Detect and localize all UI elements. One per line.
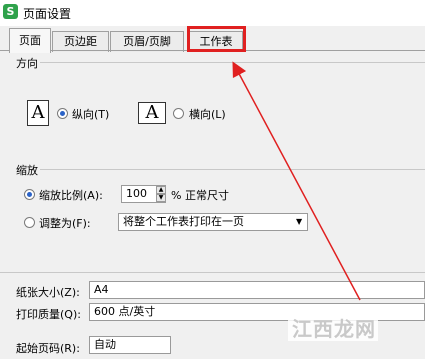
watermark-logo: 江西龙网 <box>292 317 376 341</box>
annotation-highlight-box <box>187 26 246 52</box>
tab-page[interactable]: 页面 <box>9 28 51 53</box>
annotation-arrow <box>232 61 361 301</box>
